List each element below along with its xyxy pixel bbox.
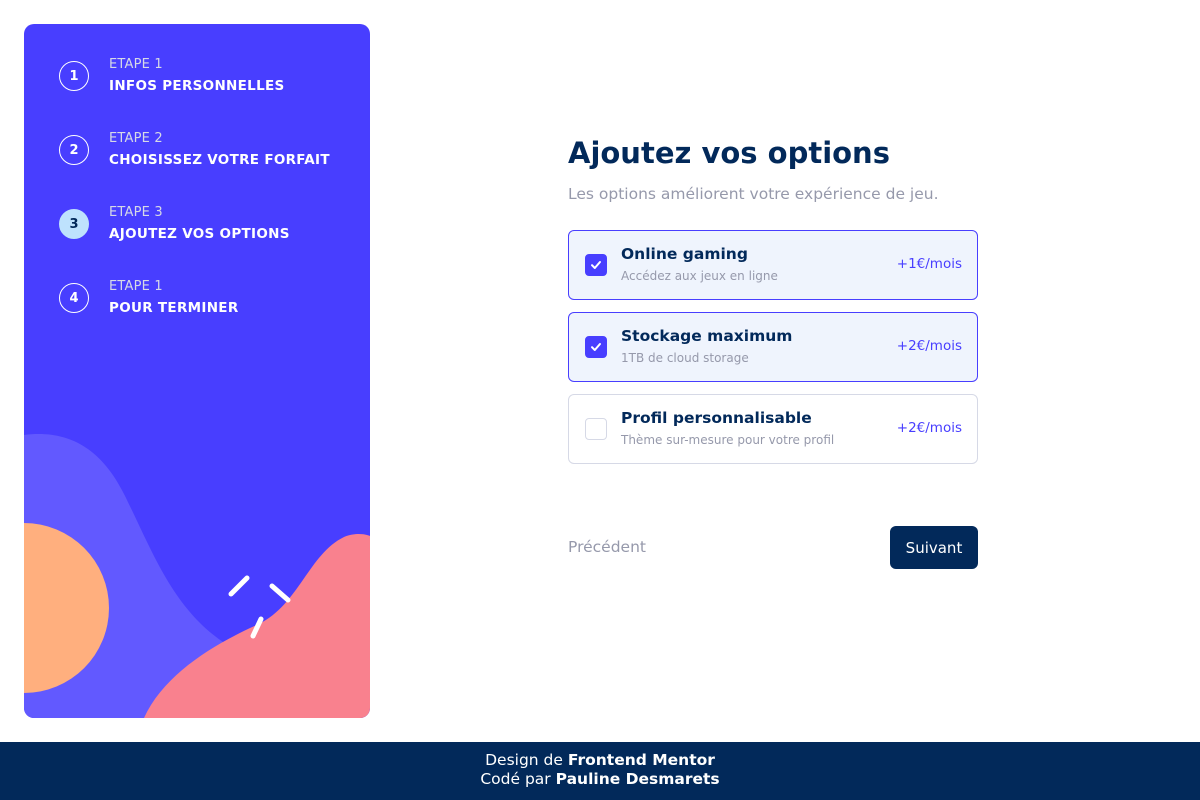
step-title: CHOISISSEZ VOTRE FORFAIT — [109, 152, 330, 168]
addon-description: Thème sur-mesure pour votre profil — [621, 433, 835, 447]
back-button[interactable]: Précédent — [568, 538, 646, 556]
footer-design-line: Design de Frontend Mentor — [0, 751, 1200, 770]
addon-price: +2€/mois — [896, 338, 962, 354]
addon-price: +2€/mois — [896, 420, 962, 436]
checkmark-icon — [591, 261, 601, 269]
footer-design-prefix: Design de — [485, 751, 563, 769]
addon-online-gaming[interactable]: Online gaming Accédez aux jeux en ligne … — [568, 230, 978, 300]
step-title: POUR TERMINER — [109, 300, 239, 316]
footer-code-line: Codé par Pauline Desmarets — [0, 770, 1200, 789]
footer-code-link[interactable]: Pauline Desmarets — [556, 770, 720, 788]
addon-name: Stockage maximum — [621, 327, 793, 345]
sparkle-line-2 — [269, 583, 291, 603]
step-label: ETAPE 3 — [109, 205, 163, 220]
addon-stockage-maximum[interactable]: Stockage maximum 1TB de cloud storage +2… — [568, 312, 978, 382]
addon-description: Accédez aux jeux en ligne — [621, 269, 778, 283]
page-title: Ajoutez vos options — [568, 136, 890, 170]
addon-description: 1TB de cloud storage — [621, 351, 749, 365]
step-number: 1 — [59, 61, 89, 91]
footer: Design de Frontend Mentor Codé par Pauli… — [0, 742, 1200, 800]
step-1[interactable]: 1 ETAPE 1 INFOS PERSONNELLES — [59, 57, 359, 131]
step-number: 2 — [59, 135, 89, 165]
addon-name: Online gaming — [621, 245, 748, 263]
addon-checkbox[interactable] — [585, 418, 607, 440]
page-subtitle: Les options améliorent votre expérience … — [568, 185, 939, 203]
sidebar: 1 ETAPE 1 INFOS PERSONNELLES 2 ETAPE 2 C… — [24, 24, 370, 718]
addon-profil-personnalisable[interactable]: Profil personnalisable Thème sur-mesure … — [568, 394, 978, 464]
step-3[interactable]: 3 ETAPE 3 AJOUTEZ VOS OPTIONS — [59, 205, 359, 279]
step-list: 1 ETAPE 1 INFOS PERSONNELLES 2 ETAPE 2 C… — [59, 57, 359, 353]
addon-name: Profil personnalisable — [621, 409, 812, 427]
next-button[interactable]: Suivant — [890, 526, 978, 569]
step-title: INFOS PERSONNELLES — [109, 78, 285, 94]
step-4[interactable]: 4 ETAPE 1 POUR TERMINER — [59, 279, 359, 353]
footer-design-link[interactable]: Frontend Mentor — [568, 751, 715, 769]
step-title: AJOUTEZ VOS OPTIONS — [109, 226, 290, 242]
step-label: ETAPE 1 — [109, 279, 163, 294]
addon-price: +1€/mois — [896, 256, 962, 272]
footer-code-prefix: Codé par — [480, 770, 551, 788]
sparkle-line-1 — [228, 575, 250, 597]
addon-checkbox[interactable] — [585, 254, 607, 276]
step-label: ETAPE 1 — [109, 57, 163, 72]
checkmark-icon — [591, 343, 601, 351]
step-label: ETAPE 2 — [109, 131, 163, 146]
step-number: 4 — [59, 283, 89, 313]
step-number: 3 — [59, 209, 89, 239]
step-2[interactable]: 2 ETAPE 2 CHOISISSEZ VOTRE FORFAIT — [59, 131, 359, 205]
addon-checkbox[interactable] — [585, 336, 607, 358]
